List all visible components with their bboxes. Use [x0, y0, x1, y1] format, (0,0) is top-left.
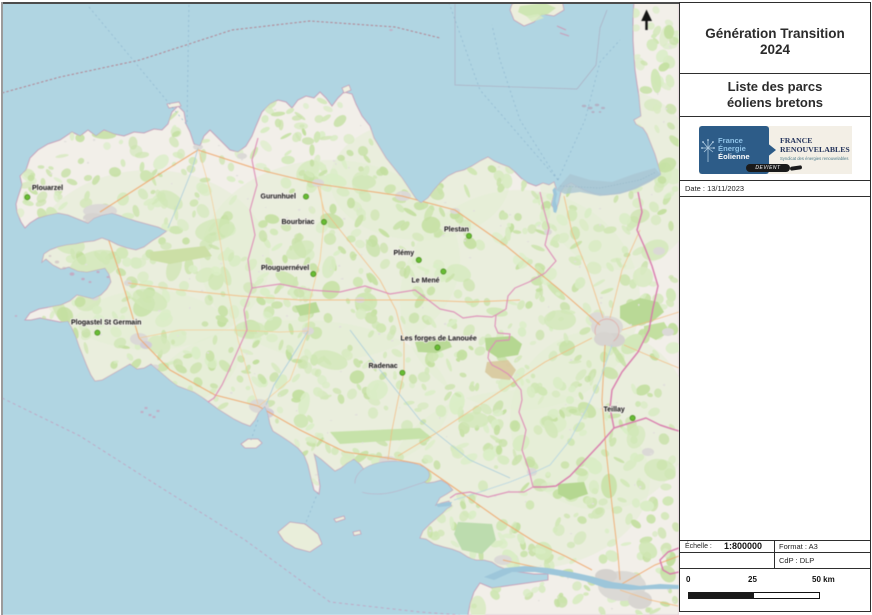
svg-text:Le Mené: Le Mené: [412, 278, 440, 285]
svg-text:Plémy: Plémy: [394, 250, 415, 257]
svg-text:Bourbriac: Bourbriac: [282, 219, 315, 226]
svg-text:Radenac: Radenac: [369, 363, 398, 370]
svg-text:Plouarzel: Plouarzel: [32, 185, 63, 192]
svg-text:Plestan: Plestan: [444, 227, 469, 234]
svg-text:Plouguernével: Plouguernével: [261, 265, 309, 272]
svg-text:Teillay: Teillay: [604, 407, 625, 414]
svg-text:Gurunhuel: Gurunhuel: [261, 193, 296, 200]
svg-text:Plogastel St Germain: Plogastel St Germain: [71, 320, 141, 327]
svg-text:Les forges de Lanouée: Les forges de Lanouée: [401, 335, 477, 342]
